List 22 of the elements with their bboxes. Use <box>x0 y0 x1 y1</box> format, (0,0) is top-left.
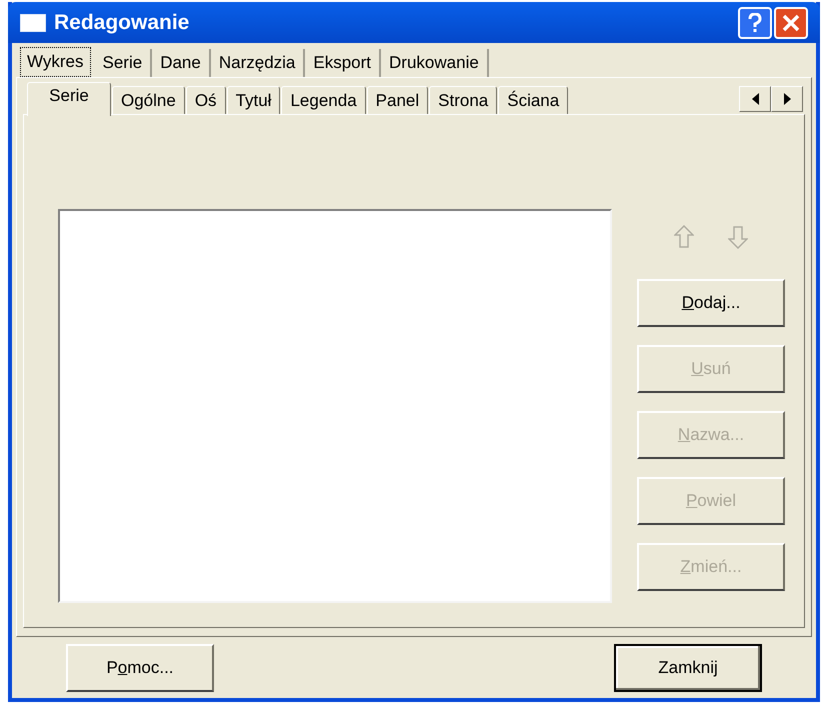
tab[interactable]: Tytuł <box>226 86 280 114</box>
scroll-left-button[interactable] <box>739 86 771 112</box>
close-icon <box>782 14 800 32</box>
scroll-right-button[interactable] <box>771 86 803 112</box>
window-title: Redagowanie <box>54 10 190 36</box>
series-button[interactable]: Dodaj... <box>637 279 785 328</box>
window-icon <box>20 14 46 32</box>
question-mark-icon <box>748 12 762 33</box>
left-triangle-icon <box>752 93 758 106</box>
tab[interactable]: Ściana <box>498 86 568 114</box>
tab[interactable]: Serie <box>27 82 111 116</box>
tab[interactable]: Legenda <box>281 86 366 114</box>
dialog-button[interactable]: Zamknij <box>614 644 762 692</box>
dialog-button[interactable]: Pomoc... <box>66 644 214 692</box>
close-button[interactable] <box>774 6 808 39</box>
right-triangle-icon <box>784 93 790 106</box>
tab[interactable]: Ogólne <box>112 86 185 114</box>
tab[interactable]: Wykres <box>20 47 91 78</box>
tab[interactable]: Strona <box>429 86 498 114</box>
tab[interactable]: Panel <box>366 86 428 114</box>
help-button[interactable] <box>738 6 772 39</box>
tab[interactable]: Oś <box>186 86 226 114</box>
